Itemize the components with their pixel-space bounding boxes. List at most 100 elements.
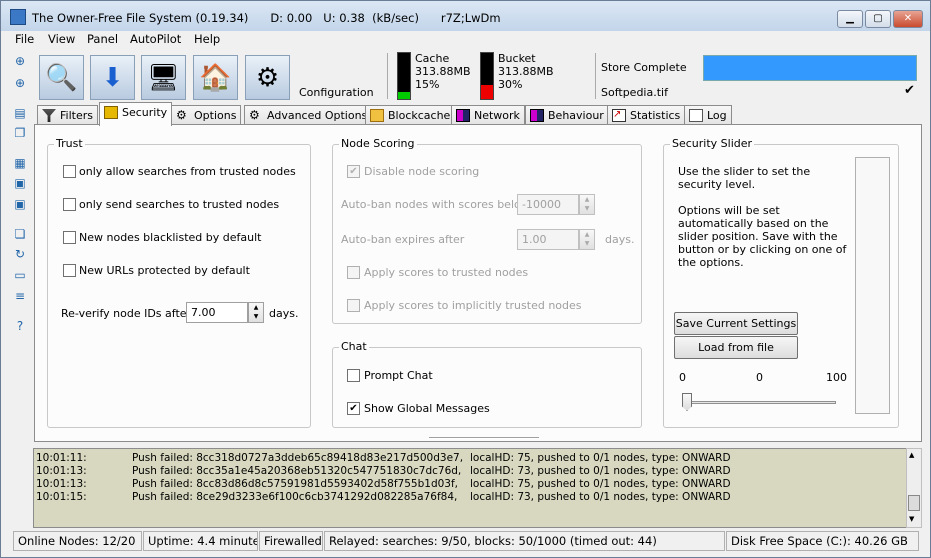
title-bar[interactable]: The Owner-Free File System (0.19.34) D: … [1,1,930,31]
funnel-icon [42,109,56,122]
tab-network[interactable]: Network [451,105,525,125]
toolbar-separator [595,53,596,99]
reverify-input[interactable]: 7.00 [186,302,248,323]
chat-group-title: Chat [339,340,369,353]
copy-icon[interactable]: ❐ [11,125,29,142]
add-secondary-icon[interactable]: ⊕ [11,75,29,92]
menu-file[interactable]: File [15,32,34,46]
tab-advanced-options[interactable]: ⚙ Advanced Options [244,105,373,125]
security-slider-track[interactable] [682,401,836,404]
autoban-expires-spinner[interactable]: ▲ ▼ [579,229,595,250]
apply-implicit-label: Apply scores to implicitly trusted nodes [364,299,582,312]
search-icon[interactable]: 🔍 [39,55,84,100]
tab-behaviour[interactable]: Behaviour [525,105,609,125]
browser-icon[interactable]: 🖥 [141,55,186,100]
maximize-button[interactable]: ▢ [865,10,891,28]
trust-group-title: Trust [54,137,85,150]
scroll-down-icon[interactable]: ▼ [909,515,914,523]
cache-meter-fill [398,92,410,99]
log-scroll-thumb[interactable] [908,495,920,511]
security-slider-thumb[interactable] [682,393,692,411]
list-icon[interactable]: ≡ [11,288,29,305]
apply-trusted-label: Apply scores to trusted nodes [364,266,529,279]
minimize-button[interactable]: ▁ [837,10,863,28]
prompt-chat-checkbox[interactable] [347,369,360,382]
autoban-expires-input[interactable]: 1.00 [517,229,579,250]
status-firewall: Firewalled [259,531,323,551]
window-icon[interactable]: ▭ [11,267,29,284]
toolbar-separator [387,53,388,99]
slider-description: Options will be set automatically based … [678,204,847,269]
load-from-file-button[interactable]: Load from file [674,336,798,359]
tab-statistics[interactable]: ↗ Statistics [607,105,686,125]
apply-trusted-checkbox[interactable] [347,266,360,279]
store-progress-bar [703,55,917,81]
open-folder-icon[interactable]: ▤ [11,105,29,122]
menu-autopilot[interactable]: AutoPilot [130,32,181,46]
tab-security[interactable]: Security [99,102,173,126]
add-icon[interactable]: ⊕ [11,53,29,70]
node-scoring-group: Node Scoring ✔ Disable node scoring Auto… [332,137,642,324]
menu-view[interactable]: View [48,32,75,46]
colors-icon[interactable]: ▦ [11,155,29,172]
trust-group: Trust only allow searches from trusted n… [47,137,311,428]
send-trusted-only-label: only send searches to trusted nodes [79,198,280,211]
panel-splitter[interactable] [429,437,539,439]
bucket-meter-fill [481,85,493,99]
document-icon[interactable]: ❏ [11,226,29,243]
tab-options[interactable]: ⚙ Options [171,105,242,125]
configuration-label: Configuration [299,86,374,99]
autoban-expires-label: Auto-ban expires after [341,233,465,246]
log-panel[interactable]: 10:01:11: Push failed: 8cc318d0727a3ddeb6… [33,448,907,528]
bucket-percent: 30% [498,78,523,91]
status-uptime: Uptime: 4.4 minutes [143,531,258,551]
apply-implicit-checkbox[interactable] [347,299,360,312]
status-relayed: Relayed: searches: 9/50, blocks: 50/1000… [324,531,725,551]
behaviour-icon [530,109,544,122]
window-title: The Owner-Free File System (0.19.34) D: … [32,11,501,25]
protect-new-urls-checkbox[interactable] [63,264,76,277]
cache-percent: 15% [415,78,440,91]
disable-scoring-checkbox[interactable]: ✔ [347,165,360,178]
store-file-name: Softpedia.tif [601,86,668,99]
menu-panel[interactable]: Panel [87,32,118,46]
autoban-expires-unit: days. [605,233,635,246]
tab-filters[interactable]: Filters [37,105,98,125]
tab-blockcache[interactable]: Blockcache [365,105,456,125]
reverify-unit: days. [269,307,299,320]
gear-icon: ⚙ [176,108,187,122]
gear-icon[interactable]: ⚙ [245,55,290,100]
status-online-nodes: Online Nodes: 12/20 [13,531,142,551]
download-icon[interactable]: ⬇ [90,55,135,100]
autoban-input[interactable]: -10000 [517,194,579,215]
save-as-icon[interactable]: ▣ [11,196,29,213]
chart-icon: ↗ [612,109,626,122]
home-icon[interactable]: 🏠 [193,55,238,100]
bucket-meter [480,52,494,100]
store-checkmark-icon[interactable]: ✔ [903,84,916,98]
save-current-settings-button[interactable]: Save Current Settings [674,312,798,335]
save-icon[interactable]: ▣ [11,175,29,192]
help-icon[interactable]: ? [11,318,29,335]
send-trusted-only-checkbox[interactable] [63,198,76,211]
close-button[interactable]: ✕ [893,10,923,28]
scroll-up-icon[interactable]: ▲ [909,451,914,459]
security-panel: Trust only allow searches from trusted n… [34,124,922,442]
autoban-spinner[interactable]: ▲ ▼ [579,194,595,215]
menu-help[interactable]: Help [194,32,220,46]
tab-log[interactable]: Log [684,105,732,125]
gear-icon: ⚙ [249,108,260,122]
status-disk-free: Disk Free Space (C:): 40.26 GB [726,531,919,551]
slider-tick-mid: 0 [756,371,763,384]
trusted-searches-only-checkbox[interactable] [63,165,76,178]
reverify-spinner[interactable]: ▲ ▼ [248,302,264,323]
slider-tick-max: 100 [826,371,847,384]
store-status-label: Store Complete [601,61,687,74]
log-scrollbar[interactable]: ▲ ▼ [906,448,922,528]
security-slider-title: Security Slider [670,137,755,150]
show-global-messages-checkbox[interactable]: ✔ [347,402,360,415]
refresh-icon[interactable]: ↻ [11,246,29,263]
node-scoring-title: Node Scoring [339,137,417,150]
store-progress-fill [704,56,916,80]
blacklist-new-nodes-checkbox[interactable] [63,231,76,244]
